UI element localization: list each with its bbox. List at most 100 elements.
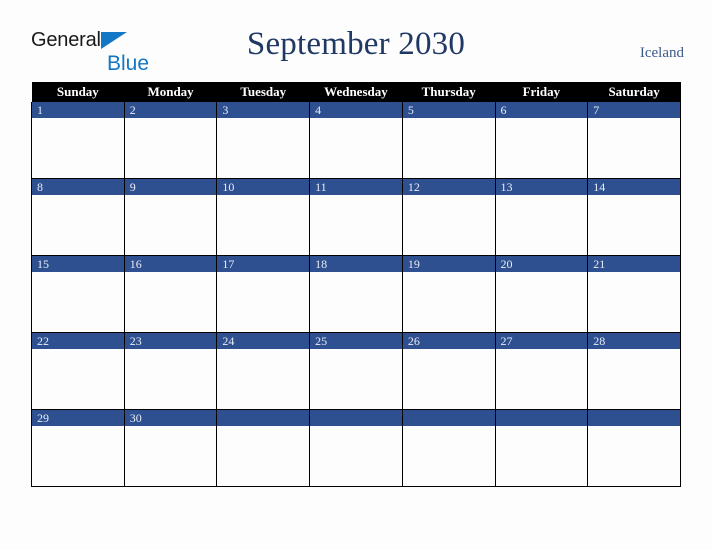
calendar-day-cell[interactable]: 13 [494, 178, 589, 256]
calendar-day-cell[interactable]: 25 [309, 332, 403, 410]
calendar-day-cell[interactable]: 21 [587, 255, 681, 333]
day-number: 9 [124, 179, 217, 195]
calendar-day-cell[interactable]: 18 [309, 255, 403, 333]
day-events-area[interactable] [402, 349, 495, 409]
day-events-area[interactable] [217, 272, 310, 332]
day-number: 16 [124, 256, 217, 272]
day-events-area[interactable] [124, 426, 217, 486]
day-events-area[interactable] [124, 272, 217, 332]
day-events-area[interactable] [217, 195, 310, 255]
calendar-body: 1 2 3 4 5 6 7 8 9 10 11 12 13 14 15 16 1… [31, 102, 681, 487]
day-events-area[interactable] [310, 426, 402, 486]
calendar-day-cell[interactable] [494, 409, 589, 487]
day-number: 3 [217, 102, 310, 118]
day-cell-inner: 15 [32, 256, 124, 332]
day-events-area[interactable] [310, 349, 402, 409]
day-cell-inner: 3 [217, 102, 310, 178]
day-events-area[interactable] [32, 272, 124, 332]
calendar-day-cell[interactable] [216, 409, 311, 487]
calendar-day-cell[interactable]: 29 [31, 409, 125, 487]
day-events-area[interactable] [32, 118, 124, 178]
calendar-day-cell[interactable]: 10 [216, 178, 311, 256]
day-cell-inner: 25 [310, 333, 402, 409]
weekday-header-sunday: Sunday [31, 82, 125, 102]
day-number: 19 [402, 256, 495, 272]
day-events-area[interactable] [588, 118, 680, 178]
day-cell-inner [310, 410, 402, 486]
day-events-area[interactable] [124, 195, 217, 255]
day-events-area[interactable] [217, 118, 310, 178]
day-events-area[interactable] [310, 272, 402, 332]
day-cell-inner: 4 [310, 102, 402, 178]
day-events-area[interactable] [32, 195, 124, 255]
calendar-day-cell[interactable]: 19 [401, 255, 496, 333]
calendar-day-cell[interactable]: 11 [309, 178, 403, 256]
day-number: 25 [310, 333, 402, 349]
calendar-day-cell[interactable] [401, 409, 496, 487]
day-events-area[interactable] [495, 195, 588, 255]
day-events-area[interactable] [402, 118, 495, 178]
calendar-day-cell[interactable]: 17 [216, 255, 311, 333]
page-title: September 2030 [246, 26, 466, 62]
day-number: 28 [588, 333, 680, 349]
day-number [217, 410, 310, 426]
day-number [495, 410, 588, 426]
calendar-day-cell[interactable]: 4 [309, 102, 403, 179]
calendar-day-cell[interactable]: 26 [401, 332, 496, 410]
day-cell-inner: 20 [495, 256, 588, 332]
calendar-day-cell[interactable]: 23 [123, 332, 218, 410]
calendar-day-cell[interactable]: 12 [401, 178, 496, 256]
calendar-day-cell[interactable]: 6 [494, 102, 589, 179]
calendar-day-cell[interactable]: 2 [123, 102, 218, 179]
calendar-day-cell[interactable]: 8 [31, 178, 125, 256]
day-cell-inner: 19 [402, 256, 495, 332]
day-cell-inner: 13 [495, 179, 588, 255]
calendar-day-cell[interactable]: 28 [587, 332, 681, 410]
day-events-area[interactable] [495, 272, 588, 332]
calendar-day-cell[interactable]: 22 [31, 332, 125, 410]
day-cell-inner: 16 [124, 256, 217, 332]
day-events-area[interactable] [402, 195, 495, 255]
calendar-day-cell[interactable]: 15 [31, 255, 125, 333]
day-number: 27 [495, 333, 588, 349]
day-events-area[interactable] [402, 272, 495, 332]
day-cell-inner: 1 [32, 102, 124, 178]
calendar-day-cell[interactable] [587, 409, 681, 487]
day-events-area[interactable] [402, 426, 495, 486]
day-events-area[interactable] [588, 272, 680, 332]
day-number: 30 [124, 410, 217, 426]
calendar-day-cell[interactable]: 30 [123, 409, 218, 487]
calendar-day-cell[interactable]: 3 [216, 102, 311, 179]
day-cell-inner: 9 [124, 179, 217, 255]
calendar-day-cell[interactable]: 9 [123, 178, 218, 256]
day-events-area[interactable] [588, 195, 680, 255]
calendar-day-cell[interactable]: 5 [401, 102, 496, 179]
calendar-day-cell[interactable]: 7 [587, 102, 681, 179]
calendar-day-cell[interactable]: 1 [31, 102, 125, 179]
day-events-area[interactable] [310, 118, 402, 178]
calendar-day-cell[interactable]: 20 [494, 255, 589, 333]
day-number: 14 [588, 179, 680, 195]
day-events-area[interactable] [32, 426, 124, 486]
day-cell-inner: 22 [32, 333, 124, 409]
day-cell-inner: 23 [124, 333, 217, 409]
day-events-area[interactable] [495, 349, 588, 409]
day-events-area[interactable] [32, 349, 124, 409]
day-events-area[interactable] [588, 349, 680, 409]
day-events-area[interactable] [495, 118, 588, 178]
day-events-area[interactable] [217, 426, 310, 486]
calendar-day-cell[interactable] [309, 409, 403, 487]
calendar-day-cell[interactable]: 24 [216, 332, 311, 410]
day-events-area[interactable] [495, 426, 588, 486]
day-cell-inner: 17 [217, 256, 310, 332]
country-label: Iceland [639, 45, 684, 61]
day-events-area[interactable] [124, 118, 217, 178]
day-number [402, 410, 495, 426]
day-events-area[interactable] [588, 426, 680, 486]
day-events-area[interactable] [124, 349, 217, 409]
calendar-day-cell[interactable]: 16 [123, 255, 218, 333]
calendar-day-cell[interactable]: 14 [587, 178, 681, 256]
day-events-area[interactable] [310, 195, 402, 255]
calendar-day-cell[interactable]: 27 [494, 332, 589, 410]
day-events-area[interactable] [217, 349, 310, 409]
